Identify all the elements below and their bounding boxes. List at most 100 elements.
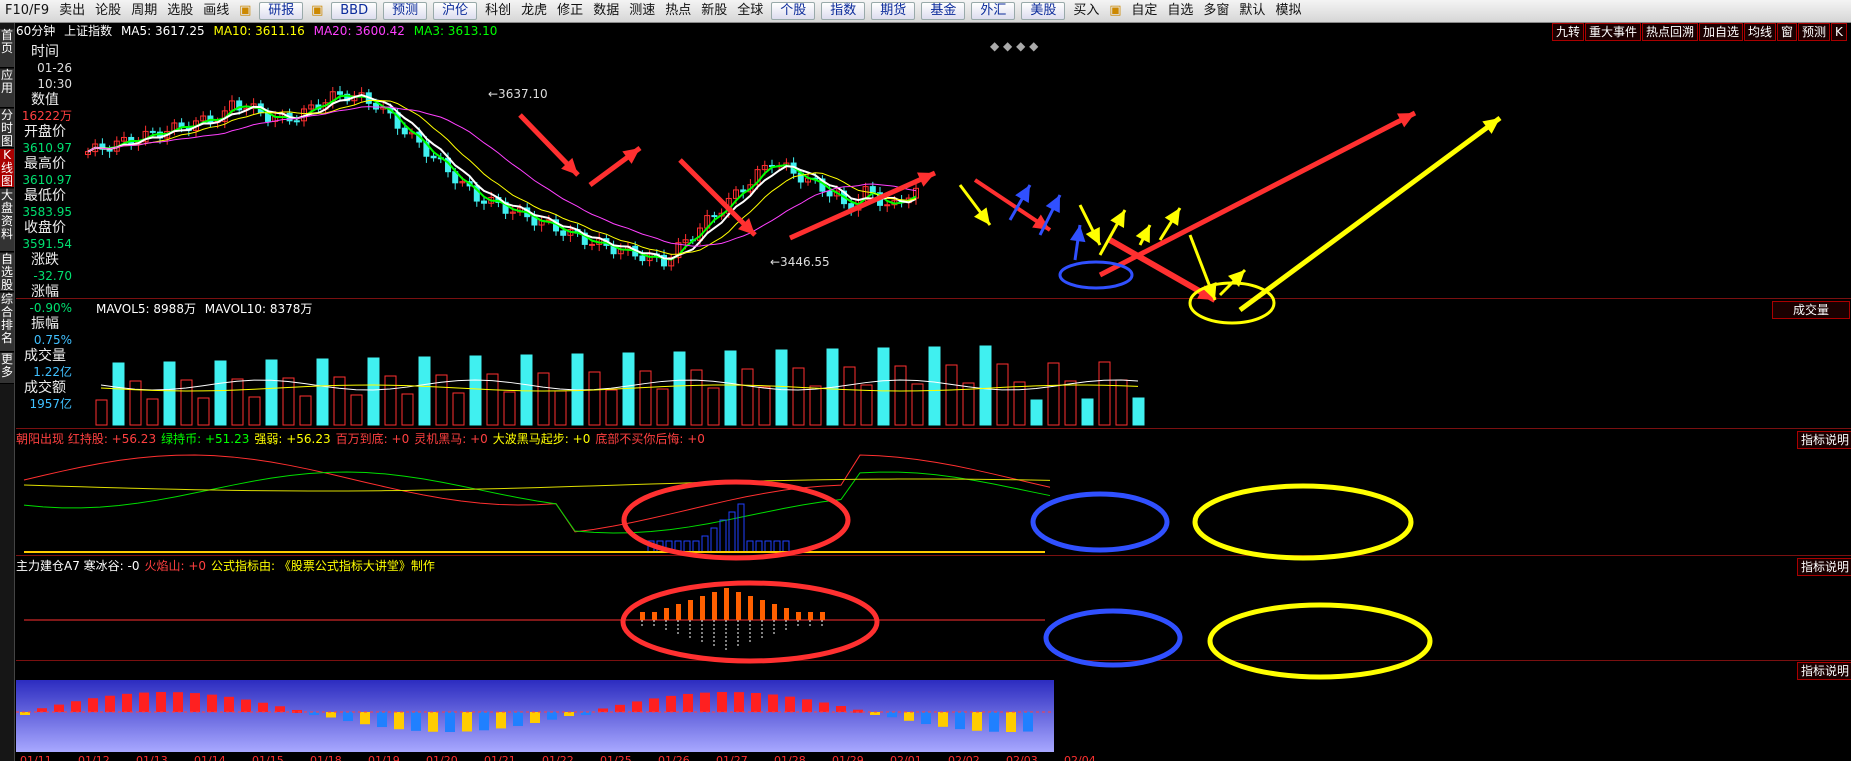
candle	[869, 186, 876, 194]
volume-bar	[996, 363, 1009, 426]
volume-bar	[384, 375, 397, 426]
low-price-label: ←3446.55	[770, 255, 830, 269]
indicator-bar	[700, 596, 705, 620]
volume-bar	[316, 358, 329, 426]
indicator-bar	[755, 540, 763, 553]
indicator-bar	[105, 695, 115, 712]
date-tick-label: 02/04	[1064, 754, 1096, 761]
indicator-bar	[972, 712, 982, 731]
volume-bar	[248, 396, 261, 426]
volume-bar	[129, 380, 142, 426]
indicator-bar	[326, 712, 336, 718]
volume-bar	[112, 362, 125, 426]
indicator-bar	[784, 608, 789, 620]
volume-bar	[809, 385, 822, 426]
indicator-bar	[772, 604, 777, 620]
volume-bar	[503, 391, 516, 426]
indicator-bar	[598, 708, 608, 712]
volume-bar	[1132, 397, 1145, 426]
indicator-bar	[664, 608, 669, 620]
annotation-ellipse	[1030, 491, 1170, 553]
indicator-bar	[808, 612, 813, 620]
indicator-bar	[688, 600, 693, 620]
indicator-bar	[700, 692, 710, 712]
indicator-bar	[640, 612, 645, 620]
kline-chart[interactable]: ←3637.10 ←3446.55 ◆ ◆ ◆ ◆ 01/11 01/12 01/13 01…	[0, 0, 1851, 761]
volume-bar	[707, 387, 720, 426]
date-tick-label: 01/27	[716, 754, 748, 761]
indicator-bar	[462, 712, 472, 732]
volume-bar	[418, 356, 431, 426]
indicator-bar	[71, 701, 81, 712]
indicator-bar	[496, 712, 506, 729]
indicator-bar	[746, 540, 754, 553]
indicator-bar	[712, 592, 717, 620]
annotation-arrowhead	[1069, 225, 1086, 243]
candle	[711, 215, 718, 218]
indicator-line	[23, 471, 1051, 534]
volume-bar	[877, 347, 890, 426]
volume-bar	[758, 386, 771, 426]
volume-bar	[333, 376, 346, 426]
indicator-bar	[989, 712, 999, 732]
candle	[884, 204, 891, 207]
indicator-bar	[632, 701, 642, 712]
volume-bar	[775, 349, 788, 426]
date-tick-label: 01/13	[136, 754, 168, 761]
volume-bar	[588, 371, 601, 426]
volume-bar	[639, 370, 652, 426]
volume-bar	[401, 393, 414, 426]
indicator-bar	[564, 712, 574, 717]
candle	[293, 120, 300, 123]
indicator-bar	[717, 692, 727, 712]
date-tick-label: 01/21	[484, 754, 516, 761]
indicator-bar	[1023, 712, 1033, 732]
indicator-bar	[530, 712, 540, 724]
volume-bar	[690, 369, 703, 426]
volume-bar	[554, 390, 567, 426]
volume-bar	[367, 357, 380, 426]
annotation-arrow	[788, 170, 937, 241]
annotation-ellipse	[1188, 281, 1276, 325]
indicator-bar	[836, 705, 846, 712]
volume-bar	[673, 351, 686, 426]
indicator-bar	[241, 699, 251, 712]
volume-bar	[894, 365, 907, 426]
indicator-bar	[773, 540, 781, 553]
volume-bar	[350, 394, 363, 426]
volume-bar	[1030, 399, 1043, 426]
indicator-bar	[479, 712, 489, 731]
volume-bar	[197, 397, 210, 426]
date-tick-label: 01/14	[194, 754, 226, 761]
date-tick-label: 01/18	[310, 754, 342, 761]
volume-bar	[792, 367, 805, 426]
candle	[639, 255, 646, 262]
candle	[337, 91, 343, 95]
volume-bar	[945, 364, 958, 426]
annotation-ellipse	[1058, 260, 1134, 290]
annotation-ellipse	[621, 479, 851, 561]
indicator-bar	[802, 699, 812, 712]
candle	[373, 102, 379, 110]
date-tick-label: 02/01	[890, 754, 922, 761]
volume-bar	[282, 377, 295, 426]
indicator-bar	[258, 702, 268, 712]
indicator-bar	[764, 540, 772, 553]
date-tick-label: 01/12	[78, 754, 110, 761]
indicator-bar	[360, 712, 370, 725]
indicator-bar	[411, 712, 421, 731]
indicator-bar	[737, 503, 745, 553]
volume-bar	[1047, 362, 1060, 426]
indicator-bar	[1006, 712, 1016, 732]
indicator-bar	[796, 612, 801, 620]
volume-bar	[299, 395, 312, 426]
candle	[560, 230, 567, 236]
pane-dots: ◆ ◆ ◆ ◆	[990, 39, 1039, 53]
indicator-bar	[54, 704, 64, 712]
volume-bar	[469, 355, 482, 426]
indicator-bar	[88, 698, 98, 712]
indicator-bar	[768, 694, 778, 712]
indicator-bar	[719, 519, 727, 553]
indicator-bar	[139, 692, 149, 712]
volume-bar	[979, 345, 992, 426]
